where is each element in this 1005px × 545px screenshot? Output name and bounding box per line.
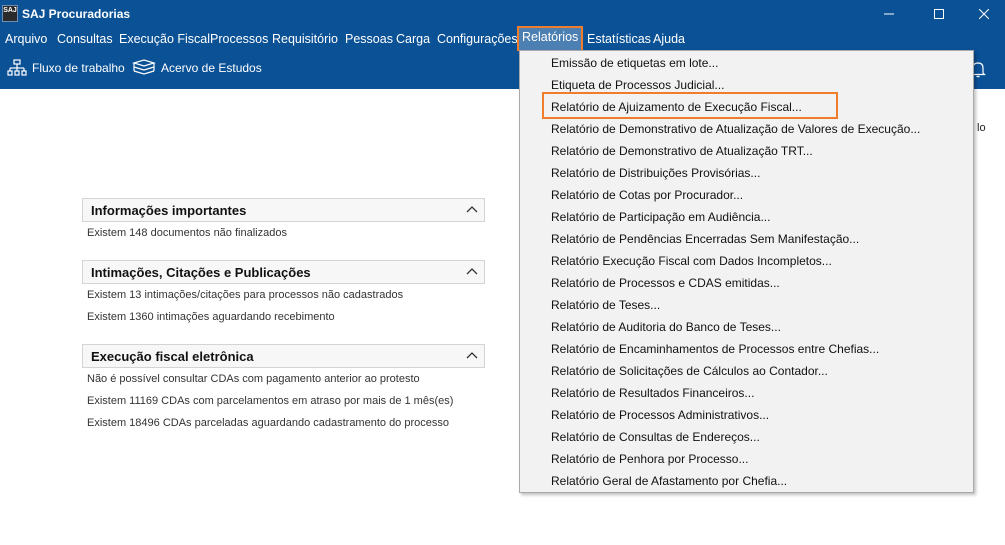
info-line: Não é possível consultar CDAs com pagame… bbox=[87, 373, 420, 385]
info-line: Existem 1360 intimações aguardando receb… bbox=[87, 311, 335, 323]
menu-item-closed-pending[interactable]: Relatório de Pendências Encerradas Sem M… bbox=[551, 229, 859, 251]
chevron-up-icon[interactable] bbox=[466, 267, 478, 277]
menu-consultas[interactable]: Consultas bbox=[57, 28, 113, 51]
menu-relatorios[interactable]: Relatórios bbox=[517, 26, 584, 52]
info-line: Existem 11169 CDAs com parcelamentos em … bbox=[87, 395, 454, 407]
app-logo-text: SAJ bbox=[3, 7, 17, 14]
menu-item-trt-update-report[interactable]: Relatório de Demonstrativo de Atualizaçã… bbox=[551, 141, 813, 163]
menu-item-administrative-processes[interactable]: Relatório de Processos Administrativos..… bbox=[551, 405, 769, 427]
workflow-label: Fluxo de trabalho bbox=[32, 61, 125, 75]
minimize-button[interactable] bbox=[866, 0, 912, 28]
menu-requisitorio[interactable]: Requisitório bbox=[272, 28, 338, 51]
menu-item-leave-by-chief[interactable]: Relatório Geral de Afastamento por Chefi… bbox=[551, 471, 787, 493]
menu-bar: Arquivo Consultas Execução Fiscal Proces… bbox=[0, 26, 1005, 52]
studies-collection-button[interactable]: Acervo de Estudos bbox=[132, 59, 262, 77]
close-button[interactable] bbox=[961, 0, 1005, 28]
minimize-icon bbox=[884, 13, 894, 15]
workflow-button[interactable]: Fluxo de trabalho bbox=[7, 59, 125, 77]
close-icon bbox=[979, 9, 989, 19]
window-title: SAJ Procuradorias bbox=[22, 7, 131, 21]
title-bar: SAJ SAJ Procuradorias bbox=[0, 0, 1005, 28]
info-line: Existem 13 intimações/citações para proc… bbox=[87, 289, 404, 301]
info-line: Existem 18496 CDAs parceladas aguardando… bbox=[87, 417, 449, 429]
reports-dropdown-menu: Emissão de etiquetas em lote... Etiqueta… bbox=[519, 50, 974, 493]
menu-item-processes-cdas[interactable]: Relatório de Processos e CDAS emitidas..… bbox=[551, 273, 780, 295]
menu-item-theses[interactable]: Relatório de Teses... bbox=[551, 295, 660, 317]
menu-item-quotas-by-attorney[interactable]: Relatório de Cotas por Procurador... bbox=[551, 185, 743, 207]
menu-configuracoes[interactable]: Configurações bbox=[437, 28, 518, 51]
menu-item-hearing-participation[interactable]: Relatório de Participação em Audiência..… bbox=[551, 207, 770, 229]
menu-estatisticas[interactable]: Estatísticas bbox=[587, 28, 651, 51]
menu-item-judicial-label[interactable]: Etiqueta de Processos Judicial... bbox=[551, 75, 724, 97]
menu-arquivo[interactable]: Arquivo bbox=[5, 28, 47, 51]
menu-processos[interactable]: Processos bbox=[210, 28, 268, 51]
important-info-header[interactable]: Informações importantes bbox=[82, 198, 485, 222]
section-title: Intimações, Citações e Publicações bbox=[91, 265, 311, 280]
electronic-tax-execution-header[interactable]: Execução fiscal eletrônica bbox=[82, 344, 485, 368]
maximize-button[interactable] bbox=[916, 0, 962, 28]
section-title: Informações importantes bbox=[91, 203, 247, 218]
menu-item-theses-audit[interactable]: Relatório de Auditoria do Banco de Teses… bbox=[551, 317, 781, 339]
intimations-header[interactable]: Intimações, Citações e Publicações bbox=[82, 260, 485, 284]
menu-pessoas[interactable]: Pessoas bbox=[345, 28, 393, 51]
menu-item-address-queries[interactable]: Relatório de Consultas de Endereços... bbox=[551, 427, 760, 449]
cut-off-text: lo bbox=[977, 122, 986, 134]
books-icon bbox=[132, 59, 156, 75]
menu-item-incomplete-data[interactable]: Relatório Execução Fiscal com Dados Inco… bbox=[551, 251, 832, 273]
menu-item-financial-results[interactable]: Relatório de Resultados Financeiros... bbox=[551, 383, 754, 405]
menu-item-seizure-by-process[interactable]: Relatório de Penhora por Processo... bbox=[551, 449, 748, 471]
menu-item-values-update-report[interactable]: Relatório de Demonstrativo de Atualizaçã… bbox=[551, 119, 920, 141]
menu-item-calculation-requests[interactable]: Relatório de Solicitações de Cálculos ao… bbox=[551, 361, 828, 383]
maximize-icon bbox=[934, 9, 944, 19]
workflow-icon bbox=[7, 59, 27, 76]
menu-execucao-fiscal[interactable]: Execução Fiscal bbox=[119, 28, 210, 51]
info-line: Existem 148 documentos não finalizados bbox=[87, 227, 287, 239]
menu-item-filing-report[interactable]: Relatório de Ajuizamento de Execução Fis… bbox=[551, 97, 802, 119]
menu-item-provisional-distributions[interactable]: Relatório de Distribuições Provisórias..… bbox=[551, 163, 760, 185]
menu-carga[interactable]: Carga bbox=[396, 28, 430, 51]
menu-item-batch-labels[interactable]: Emissão de etiquetas em lote... bbox=[551, 53, 718, 75]
menu-ajuda[interactable]: Ajuda bbox=[653, 28, 685, 51]
app-logo: SAJ bbox=[2, 5, 18, 22]
section-title: Execução fiscal eletrônica bbox=[91, 349, 254, 364]
chevron-up-icon[interactable] bbox=[466, 205, 478, 215]
studies-collection-label: Acervo de Estudos bbox=[161, 61, 262, 75]
chevron-up-icon[interactable] bbox=[466, 351, 478, 361]
menu-item-forwarding[interactable]: Relatório de Encaminhamentos de Processo… bbox=[551, 339, 879, 361]
